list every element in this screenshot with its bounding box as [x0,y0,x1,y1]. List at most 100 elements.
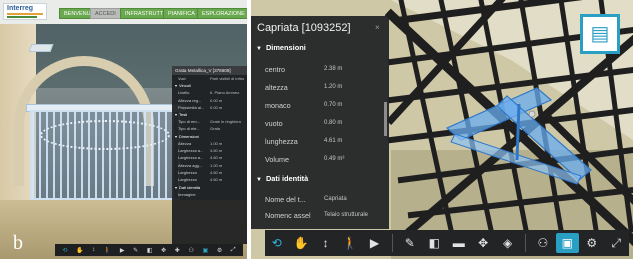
property-row: Nome del t... Capriata [251,192,385,208]
orbit-icon[interactable]: ⟲ [62,247,67,254]
left-property-key: Larghezza a... [178,148,204,154]
menu-button-5[interactable]: ESPLORAZIONE [197,8,247,19]
property-row: lunghezza 4.61 m [251,134,385,150]
properties-icon[interactable]: ▣ [555,233,580,253]
settings-icon[interactable]: ⚙ [217,247,222,254]
left-property-row: Prossimità al... 0.00 m [172,104,247,111]
left-property-row: Larghezza a... 4.60 m [172,154,247,161]
left-property-key: Larghezza [178,177,197,183]
section-icon[interactable]: ◧ [423,233,446,253]
section-identity[interactable]: ▼ Dati identità [256,174,308,183]
zoom-icon[interactable]: ↕ [92,247,95,253]
property-row: monaco 0.70 m [251,98,385,114]
left-bottom-toolbar[interactable]: ⟲ ✋ ↕ 🚶 ▶ ✎ ◧ ✥ ✚ ⚇ ▣ ⚙ ⤢ [55,244,243,256]
railing-ornament [40,120,170,150]
fullscreen-icon[interactable]: ⤢ [605,233,628,253]
menu-button-2[interactable]: ACCEDI [90,8,121,19]
section-dimensions[interactable]: ▼ Dimensioni [256,43,306,52]
menu-button-4[interactable]: PIANIFICA [163,8,200,19]
left-property-key: Tipo di ren... [178,119,201,125]
property-value: 1.20 m [324,84,343,90]
left-property-row: Voci Parti visibili di infissi [172,75,247,82]
property-key: vuoto [265,119,283,128]
properties-icon[interactable]: ▣ [203,247,209,254]
panel-label: b [13,232,23,254]
left-section-header[interactable]: Dati identità [172,184,247,191]
property-key: Volume [265,155,289,164]
left-property-value: 6. Piano Ammez. [210,90,241,96]
left-property-key: Voci [178,76,186,81]
walk-icon[interactable]: 🚶 [104,247,111,254]
close-icon[interactable]: × [375,23,380,32]
left-property-row: Immagine [172,191,247,198]
folder-icon[interactable]: ▬ [447,233,470,253]
property-row: centro 2.38 m [251,62,385,78]
toolbar-separator [525,234,527,252]
viewer-toolbar[interactable]: ⟲ ✋ ↕ 🚶 ▶ ✎ ◧ ▬ ✥ ◈ ⚇ ▣ ⚙ ⤢ [265,230,629,256]
left-section-header[interactable]: Testi [172,111,247,118]
property-row: vuoto 0.80 m [251,116,385,132]
left-property-row: Altezza reg... 0.00 m [172,97,247,104]
left-property-row: Larghezza 4.60 m [172,169,247,176]
measure-icon[interactable]: ✎ [133,247,138,254]
left-property-row: Larghezza 4.60 m [172,176,247,183]
property-row: Volume 0.49 m³ [251,152,385,168]
property-value: Telaio strutturale [324,212,369,218]
explode-icon[interactable]: ✥ [471,233,494,253]
model-browser-icon[interactable]: ⚇ [188,247,193,254]
property-key: lunghezza [265,137,298,146]
left-property-row: Altezza agg... 1.00 m [172,162,247,169]
measure-icon[interactable]: ✎ [398,233,421,253]
walk-icon[interactable]: 🚶 [338,233,361,253]
left-section-header[interactable]: Vincoli [172,82,247,89]
interreg-logo: Interreg [3,3,47,20]
properties-panel[interactable]: Capriata [1093252] × ▼ Dimensioni centro … [251,16,389,229]
property-value: 0.49 m³ [324,156,345,162]
property-value: Capriata [324,196,347,202]
left-property-key: Larghezza a... [178,155,204,161]
left-property-row: Altezza 1.00 m [172,140,247,147]
left-property-row: Tipo di ren... Grate in ringhiera [172,118,247,125]
camera-icon[interactable]: ▶ [120,247,125,254]
left-property-key: Altezza [178,140,192,146]
property-value: 4.61 m [324,138,343,144]
explode-icon[interactable]: ✥ [161,247,166,254]
left-property-value: 4.60 m [210,155,223,161]
settings-icon[interactable]: ⚙ [580,233,603,253]
pan-icon[interactable]: ✋ [289,233,312,253]
fullscreen-icon[interactable]: ⤢ [231,247,236,254]
structure-icon[interactable]: ⚇ [531,233,554,253]
move-icon[interactable]: ✚ [175,247,180,254]
property-row: Nomenc assel Telaio strutturale [251,208,385,224]
toolbar-separator [392,234,394,252]
section-dimensions-label: Dimensioni [265,43,306,52]
property-key: Nomenc assel [265,211,311,220]
collapse-icon: ▼ [256,46,262,52]
left-property-value: 4.60 m [210,148,223,154]
property-key: centro [265,65,285,74]
section-icon[interactable]: ◧ [147,247,153,254]
left-properties-panel[interactable]: Grata Metallica_V [378608] Voci Parti vis… [172,66,247,244]
left-property-value: 0.00 m [210,97,223,103]
property-row: altezza 1.20 m [251,80,385,96]
left-property-key: Altezza agg... [178,162,203,168]
zoom-icon[interactable]: ↕ [314,233,337,253]
right-viewport[interactable]: Capriata [1093252] × ▼ Dimensioni centro … [251,0,633,259]
orbit-icon[interactable]: ⟲ [265,233,288,253]
properties-toggle-button[interactable]: ▤ [580,14,620,54]
property-value: 2.38 m [324,66,343,72]
left-property-value: 0.00 m [210,104,223,110]
pan-icon[interactable]: ✋ [76,247,83,254]
scrollbar[interactable] [384,102,387,136]
left-viewport[interactable]: Interreg BENVENUTO ACCEDI INFRASTRUTTURE… [0,0,247,259]
model-icon[interactable]: ◈ [496,233,519,253]
left-property-value [210,191,244,198]
camera-icon[interactable]: ▶ [363,233,386,253]
property-key: monaco [265,101,291,110]
left-section-header[interactable]: Dimensioni [172,133,247,140]
property-key: Nome del t... [265,195,306,204]
left-property-key: Altezza reg... [178,97,202,103]
section-identity-label: Dati identità [265,174,309,183]
left-property-key: Prossimità al... [178,104,205,110]
left-property-value: 1.00 m [210,140,223,146]
